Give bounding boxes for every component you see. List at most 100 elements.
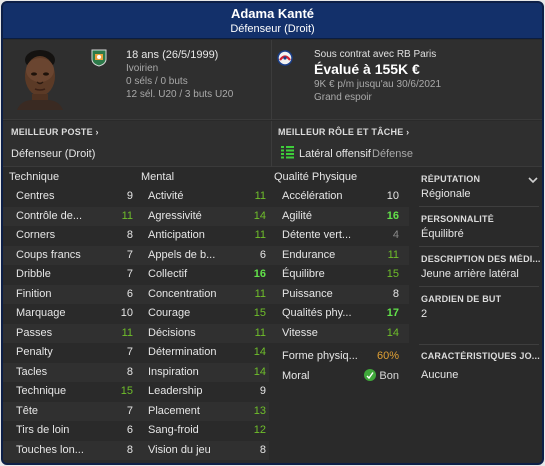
attribute-value: 8 [392,287,399,300]
attribute-row[interactable]: Endurance 11 [269,245,409,265]
attribute-row[interactable]: Appels de b... 6 [136,245,269,265]
attribute-row[interactable]: Tirs de loin 6 [3,421,136,441]
best-role-title: MEILLEUR RÔLE ET TÂCHE [278,127,404,137]
best-role-value[interactable]: Latéral offensif [299,148,371,160]
attribute-row[interactable]: Détente vert... 4 [269,226,409,246]
attribute-value: 14 [253,365,266,378]
chevron-down-icon[interactable] [528,176,538,184]
goalkeeper-block: GARDIEN DE BUT 2 [421,294,541,320]
attribute-value: 11 [254,287,266,300]
reputation-title: RÉPUTATION [421,174,481,184]
personality-block: PERSONNALITÉ Équilibré [421,214,541,240]
attribute-row[interactable]: Placement 13 [136,401,269,421]
attribute-row[interactable]: Vision du jeu 8 [136,440,269,460]
personality-value: Équilibré [421,228,464,240]
attribute-label: Puissance [282,287,333,300]
attribute-label: Placement [148,404,200,417]
player-potential: Grand espoir [314,92,372,103]
attribute-row[interactable]: Puissance 8 [269,284,409,304]
traits-block[interactable]: CARACTÉRISTIQUES JO... Aucune [421,351,541,381]
reputation-value: Régionale [421,188,471,200]
attribute-row[interactable]: Détermination 14 [136,343,269,363]
attribute-row[interactable]: Équilibre 15 [269,265,409,285]
reputation-block[interactable]: RÉPUTATION Régionale [421,174,541,200]
mental-header: Mental [141,171,175,183]
traits-title: CARACTÉRISTIQUES JO... [421,351,540,361]
attribute-label: Qualités phy... [282,307,352,319]
best-position-header[interactable]: MEILLEUR POSTE › [11,127,99,137]
attribute-value: 4 [392,229,399,241]
attribute-row[interactable]: Agilité 16 [269,206,409,226]
attribute-value: 17 [386,307,399,319]
attribute-label: Dribble [16,268,51,280]
attribute-label: Tacles [16,365,48,378]
attribute-label: Accélération [282,190,343,202]
attribute-row[interactable]: Passes 11 [3,323,136,343]
attribute-row[interactable]: Finition 6 [3,284,136,304]
attribute-row[interactable]: Vitesse 14 [269,323,409,343]
player-nationality[interactable]: Ivoirien [126,62,233,75]
attribute-row[interactable]: Dribble 7 [3,265,136,285]
attribute-row[interactable]: Corners 8 [3,226,136,246]
player-profile-window: Adama Kanté Défenseur (Droit) 18 ans (26… [1,1,544,465]
club-crest-icon[interactable] [277,49,293,67]
player-name[interactable]: Adama Kanté [3,6,542,22]
attribute-label: Inspiration [148,365,199,378]
technique-list: Centres 9 Contrôle de... 11 Corners 8 Coups fr… [3,187,136,460]
attribute-row[interactable]: Anticipation 11 [136,226,269,246]
attribute-value: 15 [120,385,133,397]
ivory-coast-flag-icon[interactable] [91,49,107,67]
attribute-row[interactable]: Décisions 11 [136,323,269,343]
attribute-row[interactable]: Accélération 10 [269,187,409,207]
attribute-row[interactable]: Collectif 16 [136,265,269,285]
technique-column: Technique Centres 9 Contrôle de... 11 Corner… [3,168,136,460]
attribute-row[interactable]: Centres 9 [3,187,136,207]
attribute-row[interactable]: Touches lon... 8 [3,440,136,460]
player-face-avatar[interactable] [15,46,65,110]
attribute-row[interactable]: Activité 11 [136,187,269,207]
attribute-label: Leadership [148,385,203,397]
attribute-value: 6 [126,287,133,300]
attribute-label: Tête [16,404,39,417]
attribute-value: 14 [253,346,266,358]
morale-row[interactable]: Moral Bon [269,367,409,387]
contract-status[interactable]: Sous contrat avec RB Paris [314,48,441,61]
roles-divider [271,121,272,167]
attribute-row[interactable]: Marquage 10 [3,304,136,324]
attribute-row[interactable]: Agressivité 14 [136,206,269,226]
attribute-row[interactable]: Sang-froid 12 [136,421,269,441]
player-wage: 9K € p/m jusqu'au 30/6/2021 [314,79,442,90]
attribute-row[interactable]: Inspiration 14 [136,362,269,382]
attribute-value: 11 [254,190,266,202]
attribute-value: 14 [253,209,266,222]
technique-header: Technique [9,171,60,183]
player-header: 18 ans (26/5/1999) Ivoirien 0 séls / 0 b… [3,40,542,120]
attribute-row[interactable]: Technique 15 [3,382,136,402]
attribute-label: Corners [16,229,56,241]
best-role-duty: Défense [372,148,413,160]
attribute-label: Sang-froid [148,424,199,436]
attribute-row[interactable]: Concentration 11 [136,284,269,304]
attribute-row[interactable]: Qualités phy... 17 [269,304,409,324]
attribute-row[interactable]: Tête 7 [3,401,136,421]
fitness-row[interactable]: Forme physiq... 60% [269,347,409,367]
player-age: 18 ans (26/5/1999) [126,49,219,61]
attribute-row[interactable]: Coups francs 7 [3,245,136,265]
attribute-label: Centres [16,190,55,202]
attribute-row[interactable]: Courage 15 [136,304,269,324]
attribute-label: Collectif [148,268,188,280]
attribute-value: 11 [254,326,266,339]
best-role-header[interactable]: MEILLEUR RÔLE ET TÂCHE › [278,127,409,137]
attribute-label: Décisions [148,326,196,339]
attribute-value: 6 [259,248,266,261]
media-block: DESCRIPTION DES MÉDI... Jeune arrière la… [421,254,541,280]
attribute-row[interactable]: Tacles 8 [3,362,136,382]
attribute-row[interactable]: Leadership 9 [136,382,269,402]
header-divider [271,40,272,120]
media-value: Jeune arrière latéral [421,268,519,280]
attribute-row[interactable]: Penalty 7 [3,343,136,363]
chevron-right-icon: › [406,127,410,137]
attribute-row[interactable]: Contrôle de... 11 [3,206,136,226]
attribute-value: 8 [126,365,133,378]
attribute-value: 8 [126,443,133,456]
